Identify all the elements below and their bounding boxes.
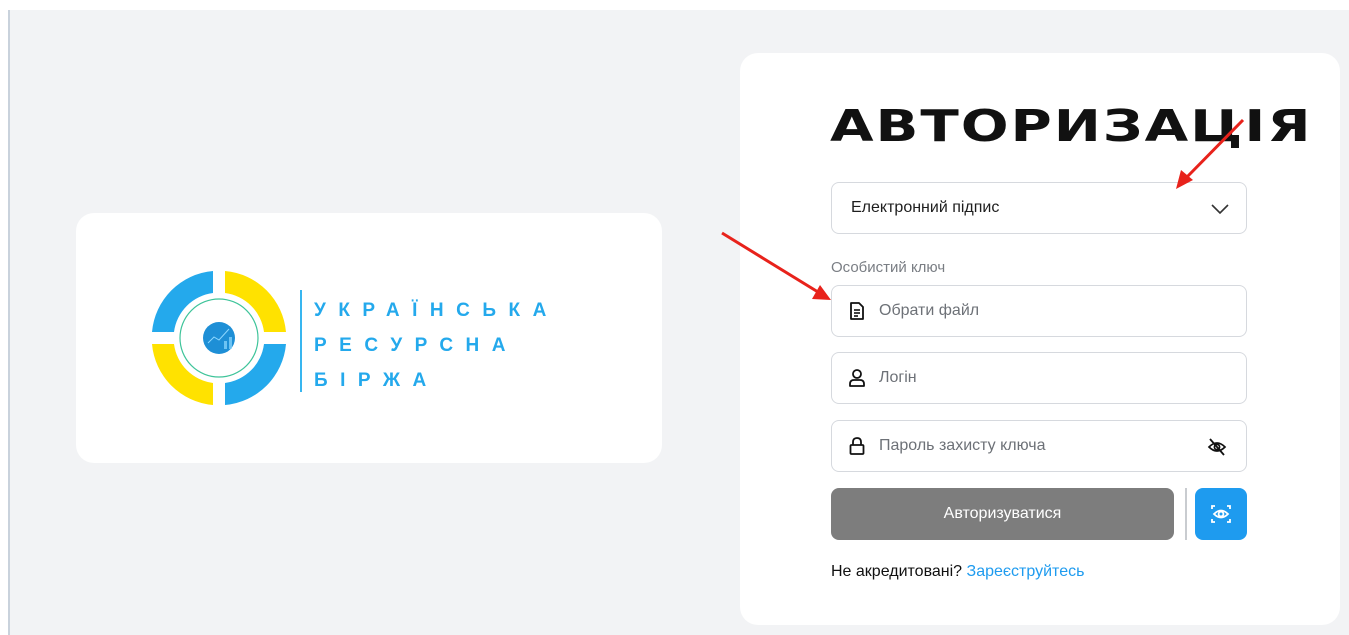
logo-line-1: УКРАЇНСЬКА	[314, 300, 559, 321]
eye-scan-icon	[1211, 505, 1231, 523]
authorize-button[interactable]: Авторизуватися	[831, 488, 1174, 540]
login-input[interactable]: Логін	[831, 352, 1247, 404]
page-frame: УКРАЇНСЬКА РЕСУРСНА БІРЖА АВТОРИЗАЦІЯ Ел…	[8, 10, 1349, 635]
login-placeholder: Логін	[879, 369, 917, 386]
lock-icon	[849, 437, 865, 455]
key-password-input[interactable]: Пароль захисту ключа	[831, 420, 1247, 472]
logo-wordmark: УКРАЇНСЬКА РЕСУРСНА БІРЖА	[314, 293, 559, 398]
chevron-down-icon	[1211, 204, 1229, 215]
auth-card: АВТОРИЗАЦІЯ Електронний підпис Особистий…	[740, 53, 1340, 625]
auth-method-value: Електронний підпис	[851, 199, 1000, 216]
logo-card: УКРАЇНСЬКА РЕСУРСНА БІРЖА	[76, 213, 662, 463]
password-placeholder: Пароль захисту ключа	[879, 437, 1046, 454]
private-key-label: Особистий ключ	[831, 259, 946, 276]
logo-line-2: РЕСУРСНА	[314, 335, 518, 356]
register-link[interactable]: Зареєструйтесь	[967, 563, 1085, 580]
register-prompt-text: Не акредитовані?	[831, 563, 963, 580]
exchange-logo-icon	[152, 271, 286, 405]
button-separator	[1185, 488, 1187, 540]
logo-line-3: БІРЖА	[314, 370, 439, 391]
file-input-placeholder: Обрати файл	[879, 302, 980, 319]
auth-method-select[interactable]: Електронний підпис	[831, 182, 1247, 234]
logo-divider	[300, 290, 302, 392]
page-title: АВТОРИЗАЦІЯ	[830, 101, 1313, 152]
private-key-file-input[interactable]: Обрати файл	[831, 285, 1247, 337]
alt-auth-button[interactable]	[1195, 488, 1247, 540]
document-icon	[850, 302, 864, 320]
user-icon	[849, 369, 865, 387]
eye-off-icon[interactable]	[1206, 436, 1228, 458]
register-prompt: Не акредитовані? Зареєструйтесь	[831, 563, 1084, 581]
